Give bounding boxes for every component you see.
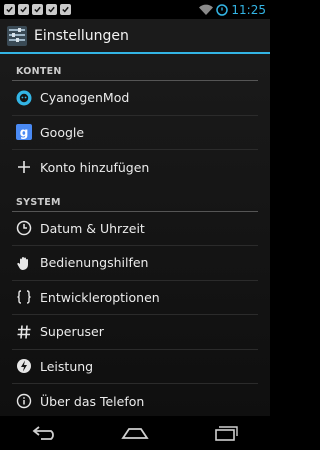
list-item-label: Bedienungshilfen bbox=[40, 255, 149, 271]
list-item-label: Superuser bbox=[40, 324, 104, 340]
list-item-developer-options[interactable]: Entwickleroptionen bbox=[12, 281, 258, 315]
list-item-label: Datum & Uhrzeit bbox=[40, 220, 145, 236]
list-item-superuser[interactable]: Superuser bbox=[12, 315, 258, 350]
checkbox-icon bbox=[60, 4, 71, 15]
braces-icon bbox=[16, 289, 32, 305]
list-item-label: CyanogenMod bbox=[40, 90, 130, 106]
list-item-accessibility[interactable]: Bedienungshilfen bbox=[12, 246, 258, 281]
status-bar: 11:25 bbox=[0, 0, 270, 19]
info-icon bbox=[16, 393, 32, 409]
list-item-cyanogenmod[interactable]: CyanogenMod bbox=[12, 81, 258, 116]
list-item-label: Über das Telefon bbox=[40, 393, 145, 409]
list-item-label: Google bbox=[40, 124, 85, 140]
cyanogenmod-icon bbox=[16, 90, 32, 106]
checkbox-icon bbox=[32, 4, 43, 15]
notification-icons bbox=[0, 4, 71, 15]
clock-icon bbox=[16, 220, 32, 236]
settings-app-icon[interactable] bbox=[6, 25, 28, 47]
status-right: 11:25 bbox=[199, 3, 270, 17]
section-header-system: SYSTEM bbox=[12, 185, 258, 212]
settings-list: KONTEN CyanogenMod g Google Konto hinzuf… bbox=[0, 54, 270, 416]
checkbox-icon bbox=[18, 4, 29, 15]
navigation-bar bbox=[0, 416, 270, 450]
list-item-label: Leistung bbox=[40, 358, 94, 374]
list-item-add-account[interactable]: Konto hinzufügen bbox=[12, 150, 258, 185]
page-title: Einstellungen bbox=[34, 27, 129, 44]
hash-icon bbox=[16, 324, 32, 340]
checkbox-icon bbox=[46, 4, 57, 15]
list-item-about-phone[interactable]: Über das Telefon bbox=[12, 384, 258, 419]
svg-text:g: g bbox=[20, 126, 29, 140]
action-bar: Einstellungen bbox=[0, 19, 270, 54]
status-clock: 11:25 bbox=[231, 2, 266, 17]
back-button[interactable] bbox=[25, 423, 65, 443]
recents-icon bbox=[215, 426, 238, 441]
checkbox-icon bbox=[4, 4, 15, 15]
section-header-accounts: KONTEN bbox=[12, 54, 258, 81]
list-item-performance[interactable]: Leistung bbox=[12, 350, 258, 384]
list-item-date-time[interactable]: Datum & Uhrzeit bbox=[12, 212, 258, 246]
home-button[interactable] bbox=[115, 423, 155, 443]
home-icon bbox=[121, 428, 149, 439]
list-item-google[interactable]: g Google bbox=[12, 116, 258, 150]
list-item-label: Entwickleroptionen bbox=[40, 289, 160, 305]
wifi-icon bbox=[199, 4, 214, 15]
battery-icon bbox=[216, 3, 229, 16]
back-icon bbox=[32, 426, 54, 440]
google-icon: g bbox=[16, 124, 32, 141]
recents-button[interactable] bbox=[205, 423, 245, 443]
list-item-label: Konto hinzufügen bbox=[40, 159, 150, 175]
hand-icon bbox=[16, 255, 32, 271]
performance-icon bbox=[16, 358, 32, 374]
plus-icon bbox=[16, 159, 32, 175]
